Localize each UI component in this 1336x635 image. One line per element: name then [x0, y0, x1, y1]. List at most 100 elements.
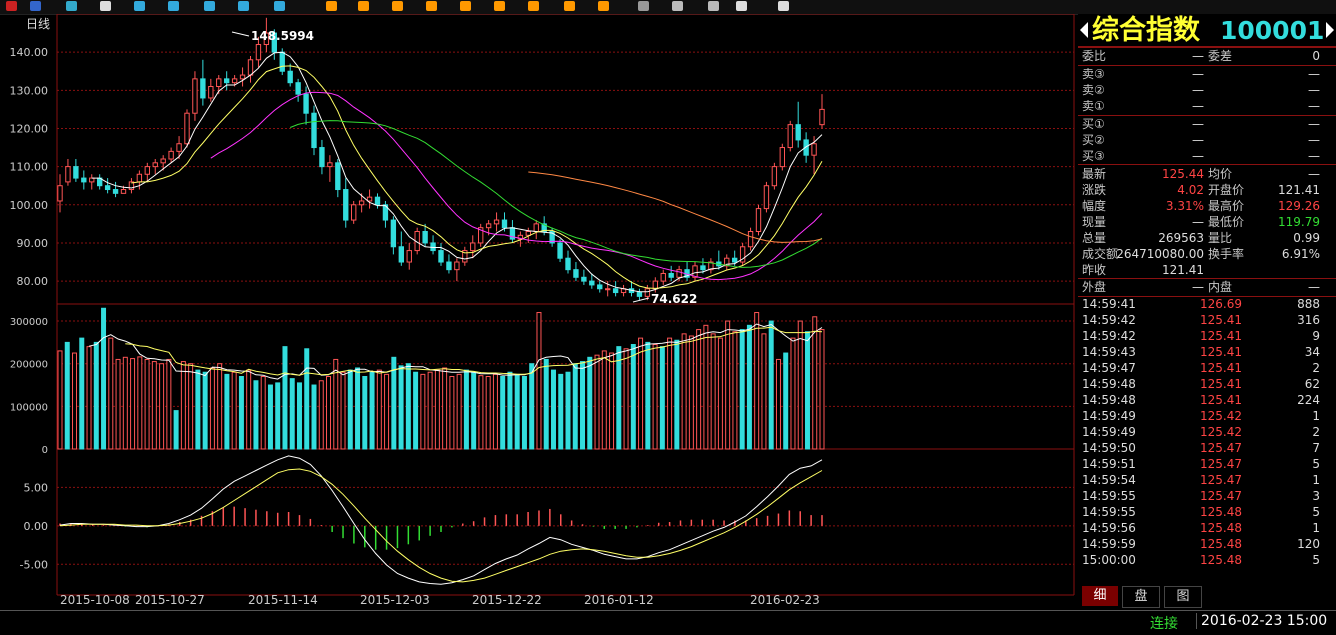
- tick-time: 14:59:48: [1082, 377, 1136, 391]
- volume-bar: [681, 333, 687, 450]
- tick-price: 125.41: [1200, 361, 1242, 375]
- stat-row: 幅度 3.31% 最高价 129.26: [1082, 198, 1332, 214]
- tick-price: 126.69: [1200, 297, 1242, 311]
- volume-bar: [558, 373, 564, 450]
- tick-time: 14:59:49: [1082, 409, 1136, 423]
- candle-body: [255, 44, 262, 61]
- volume-bar: [209, 367, 215, 450]
- candle-body: [104, 185, 111, 191]
- volume-bar: [376, 369, 382, 450]
- a1-icon[interactable]: [326, 1, 337, 11]
- tick-row: 14:59:50 125.47 7: [1082, 440, 1332, 456]
- return-icon[interactable]: [6, 1, 17, 11]
- zoom-out-icon[interactable]: [708, 1, 719, 11]
- candle-body: [231, 78, 238, 84]
- candle-body: [136, 173, 143, 183]
- volume-bar: [413, 371, 419, 450]
- weicha-label: 委差: [1208, 49, 1233, 63]
- stat-label: 幅度: [1082, 199, 1107, 213]
- zoom-in-icon[interactable]: [672, 1, 683, 11]
- a4-icon[interactable]: [426, 1, 437, 11]
- tool-icon[interactable]: [638, 1, 649, 11]
- gear-icon[interactable]: [778, 1, 789, 11]
- save-icon[interactable]: [134, 1, 145, 11]
- buy-level-row: 买① — —: [1082, 116, 1332, 132]
- tick-time: 15:00:00: [1082, 553, 1136, 567]
- price-tick-label: 100.00: [10, 199, 49, 212]
- a5-icon[interactable]: [460, 1, 471, 11]
- candle-body: [374, 196, 381, 206]
- settings-icon[interactable]: [274, 1, 285, 11]
- tick-row: 14:59:49 125.42 1: [1082, 408, 1332, 424]
- volume-bar: [550, 369, 556, 450]
- tick-time: 14:59:48: [1082, 393, 1136, 407]
- sound-icon[interactable]: [238, 1, 249, 11]
- index-name: 综合指数: [1092, 15, 1200, 46]
- volume-bar: [543, 358, 549, 450]
- a7-icon[interactable]: [528, 1, 539, 11]
- prev-arrow-icon[interactable]: [1080, 22, 1088, 38]
- stat-row: 昨收 121.41: [1082, 262, 1332, 278]
- tick-volume: 2: [1312, 361, 1320, 375]
- volume-bar: [217, 363, 223, 450]
- volume-bar: [667, 337, 673, 450]
- price-tick-label: 110.00: [10, 161, 49, 174]
- tab-orderbook[interactable]: 盘: [1122, 586, 1160, 608]
- candle-body: [311, 112, 317, 149]
- volume-bar: [485, 376, 491, 450]
- chart-icon[interactable]: [30, 1, 41, 11]
- buy-level-row: 买③ — —: [1082, 148, 1332, 164]
- volume-bar: [122, 356, 128, 450]
- tick-volume: 1: [1312, 473, 1320, 487]
- buy-level-row: 买② — —: [1082, 132, 1332, 148]
- tick-row: 14:59:56 125.48 1: [1082, 520, 1332, 536]
- candle-body: [239, 74, 246, 80]
- volume-bar: [790, 337, 796, 450]
- price-tick-label: 130.00: [10, 84, 49, 97]
- stat-value: 6.91%: [1281, 247, 1320, 261]
- volume-bar: [188, 363, 194, 450]
- kline-chart[interactable]: 140.00 130.00 120.00 110.00 100.00 90.00 80.00…: [0, 14, 1078, 610]
- candle-body: [89, 177, 95, 183]
- doc-icon[interactable]: [100, 1, 111, 11]
- volume-bar: [630, 344, 636, 450]
- volume-bar: [224, 373, 230, 450]
- candle-body: [597, 284, 603, 290]
- next-arrow-icon[interactable]: [1326, 22, 1334, 38]
- volume-bar: [739, 329, 745, 450]
- sell-level-row: 卖② — —: [1082, 82, 1332, 98]
- candle-body: [398, 246, 404, 263]
- tick-row: 14:59:49 125.42 2: [1082, 424, 1332, 440]
- connection-status[interactable]: 连接: [1150, 613, 1178, 633]
- candle-body: [819, 108, 825, 126]
- tab-detail[interactable]: 细: [1082, 586, 1118, 606]
- candle-body: [771, 166, 778, 187]
- print-icon[interactable]: [736, 1, 747, 11]
- chart2-icon[interactable]: [204, 1, 215, 11]
- a8-icon[interactable]: [564, 1, 575, 11]
- axis-labels: 140.00 130.00 120.00 110.00 100.00 90.00 80.00…: [10, 46, 820, 607]
- candle-body: [732, 257, 738, 263]
- tick-row: 14:59:59 125.48 120: [1082, 536, 1332, 552]
- a3-icon[interactable]: [392, 1, 403, 11]
- stat-row: 总量 269563 量比 0.99: [1082, 230, 1332, 246]
- a2-icon[interactable]: [358, 1, 369, 11]
- stat-value: 121.41: [1162, 263, 1204, 277]
- a6-icon[interactable]: [494, 1, 505, 11]
- tick-price: 125.48: [1200, 505, 1242, 519]
- stock-icon[interactable]: [168, 1, 179, 11]
- candle-body: [811, 143, 817, 156]
- wave-icon[interactable]: [66, 1, 77, 11]
- volume-bar: [725, 320, 731, 450]
- volume-bar: [500, 376, 506, 450]
- tick-price: 125.41: [1200, 313, 1242, 327]
- macd-line: [59, 455, 823, 585]
- quote-panel: 综合指数 100001 委比 — 委差 0 卖③ — — 卖② — — 卖① — — 买① — — 买② — — 买③…: [1078, 14, 1336, 610]
- volume-bar: [521, 376, 527, 450]
- sell-level-label: 卖②: [1082, 83, 1105, 97]
- volume-bar: [580, 361, 586, 450]
- volume-bar: [180, 361, 186, 450]
- sell-level-volume: —: [1308, 67, 1320, 81]
- a9-icon[interactable]: [598, 1, 609, 11]
- tab-chart[interactable]: 图: [1164, 586, 1202, 608]
